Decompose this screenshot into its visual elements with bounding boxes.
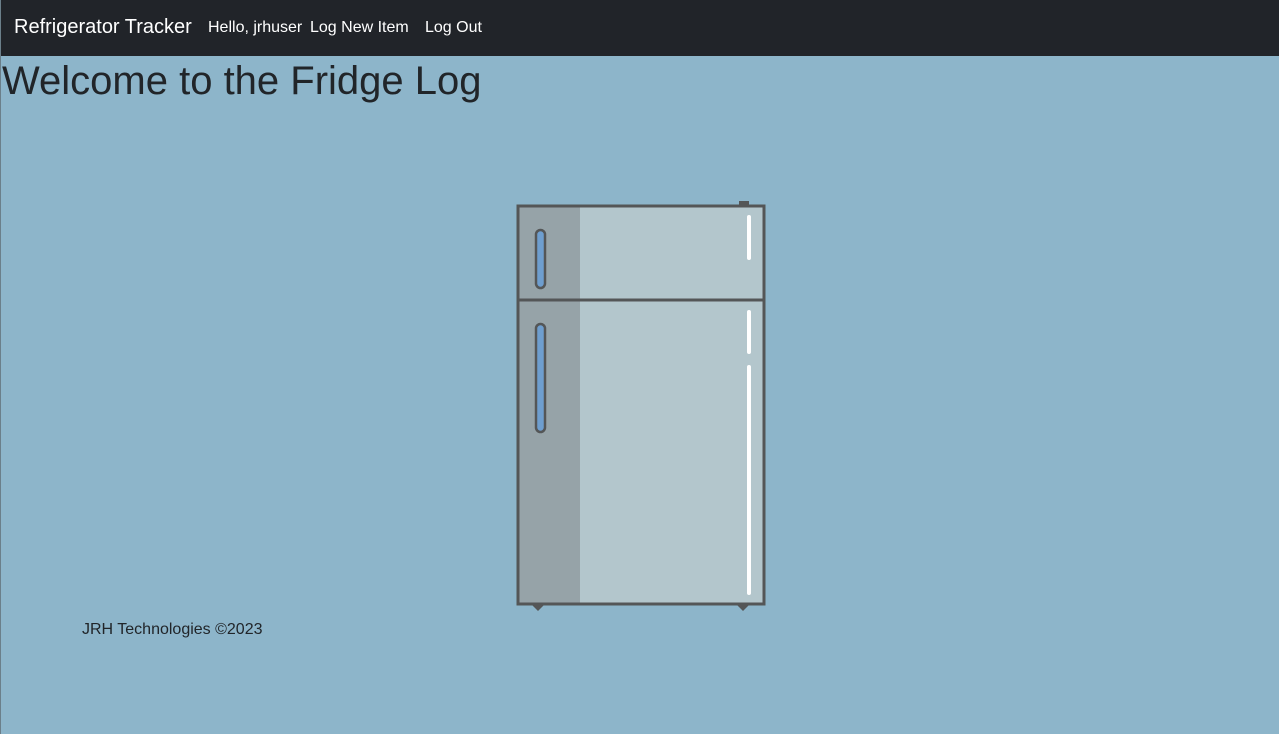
freezer-handle [534,228,547,290]
page: Refrigerator Tracker Hello, jrhuser Log … [0,0,1279,734]
fridge-side-shade [518,206,580,604]
refrigerator-illustration [516,201,766,611]
log-new-item-link[interactable]: Log New Item [310,18,409,38]
brand-link[interactable]: Refrigerator Tracker [14,15,192,39]
footer-copyright: JRH Technologies ©2023 [82,621,263,638]
page-title: Welcome to the Fridge Log [2,59,482,103]
log-out-link[interactable]: Log Out [425,18,482,38]
top-navbar: Refrigerator Tracker Hello, jrhuser Log … [1,0,1279,56]
fridge-handle [534,322,547,434]
user-greeting: Hello, jrhuser [208,19,303,36]
